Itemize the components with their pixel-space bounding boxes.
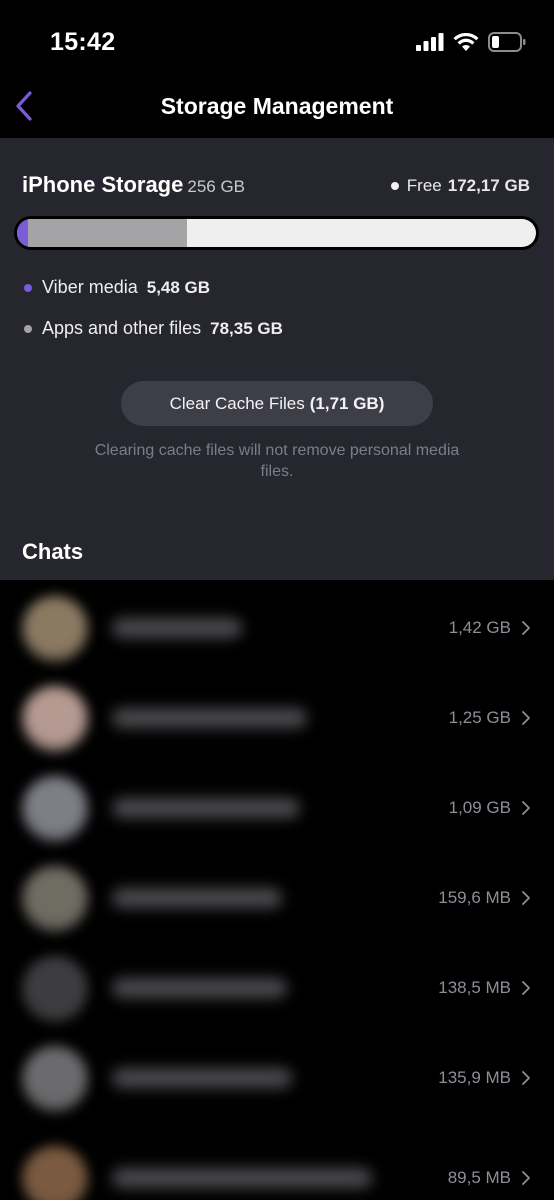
apps-files-segment <box>27 219 187 247</box>
chat-name-blurred <box>112 1168 372 1188</box>
wifi-icon <box>453 32 479 57</box>
chat-size: 159,6 MB <box>438 888 511 907</box>
avatar <box>22 1146 88 1200</box>
chat-name-blurred <box>112 1068 292 1088</box>
chat-row[interactable]: 89,5 MB <box>0 1132 554 1200</box>
chat-size: 1,42 GB <box>448 618 511 637</box>
chat-name-blurred <box>112 618 242 638</box>
chat-row[interactable]: 1,09 GB <box>0 762 554 852</box>
chevron-right-icon <box>520 620 532 636</box>
chevron-right-icon <box>520 980 532 996</box>
apps-files-dot <box>24 324 32 333</box>
avatar <box>22 956 88 1022</box>
chat-size: 1,25 GB <box>448 708 511 727</box>
chevron-right-icon <box>520 1070 532 1086</box>
status-time: 15:42 <box>50 28 116 56</box>
status-icons <box>416 32 526 57</box>
chevron-right-icon <box>520 800 532 816</box>
chat-size: 135,9 MB <box>438 1068 511 1087</box>
legend-value: 78,35 GB <box>210 318 283 338</box>
chat-row[interactable]: 1,25 GB <box>0 672 554 762</box>
chat-name-blurred <box>112 978 287 998</box>
storage-total: 256 GB <box>187 177 246 196</box>
chat-size: 138,5 MB <box>438 978 511 997</box>
chevron-right-icon <box>520 710 532 726</box>
free-label: Free <box>406 176 442 195</box>
chat-row[interactable]: 159,6 MB <box>0 852 554 942</box>
signal-icon <box>416 33 444 56</box>
chat-size: 89,5 MB <box>447 1168 511 1187</box>
status-bar: 15:42 <box>0 0 554 80</box>
chat-name-blurred <box>112 708 307 728</box>
chat-row[interactable]: 135,9 MB <box>0 1032 554 1122</box>
free-value: 172,17 GB <box>447 176 530 195</box>
cache-note: Clearing cache files will not remove per… <box>94 442 460 480</box>
storage-title-label: iPhone Storage <box>22 172 184 197</box>
storage-title: iPhone Storage 256 GB <box>22 172 245 198</box>
clear-cache-size: (1,71 GB) <box>309 393 385 413</box>
avatar <box>22 866 88 932</box>
viber-media-dot <box>24 283 32 292</box>
legend-label: Apps and other files <box>42 318 202 338</box>
chats-heading: Chats <box>22 539 84 564</box>
avatar <box>22 596 88 662</box>
storage-usage-bar-inner <box>17 219 536 247</box>
chat-size: 1,09 GB <box>448 798 511 817</box>
chat-list: 1,42 GB 1,25 GB 1,09 GB 159,6 MB 138,5 M… <box>0 580 554 1200</box>
avatar <box>22 776 88 842</box>
legend-viber-media: Viber media 5,48 GB <box>24 277 210 298</box>
chat-name-blurred <box>112 798 300 818</box>
storage-usage-bar <box>14 216 539 250</box>
avatar <box>22 686 88 752</box>
legend-apps-files: Apps and other files 78,35 GB <box>24 318 283 339</box>
chat-row[interactable]: 1,42 GB <box>0 582 554 672</box>
clear-cache-label: Clear Cache Files <box>169 393 305 413</box>
free-space: Free 172,17 GB <box>390 176 530 196</box>
clear-cache-button[interactable]: Clear Cache Files (1,71 GB) <box>121 381 433 426</box>
avatar <box>22 1046 88 1112</box>
page-title: Storage Management <box>160 93 394 119</box>
storage-panel: iPhone Storage 256 GB Free 172,17 GB Vibe… <box>0 138 554 580</box>
nav-bar: Storage Management <box>0 80 554 138</box>
chat-name-blurred <box>112 888 282 908</box>
legend-value: 5,48 GB <box>146 277 211 297</box>
legend-label: Viber media <box>42 277 138 297</box>
chat-row[interactable]: 138,5 MB <box>0 942 554 1032</box>
chevron-right-icon <box>520 1170 532 1186</box>
chevron-right-icon <box>520 890 532 906</box>
viber-media-segment <box>17 219 28 247</box>
battery-icon <box>488 32 526 57</box>
free-dot <box>390 182 399 190</box>
